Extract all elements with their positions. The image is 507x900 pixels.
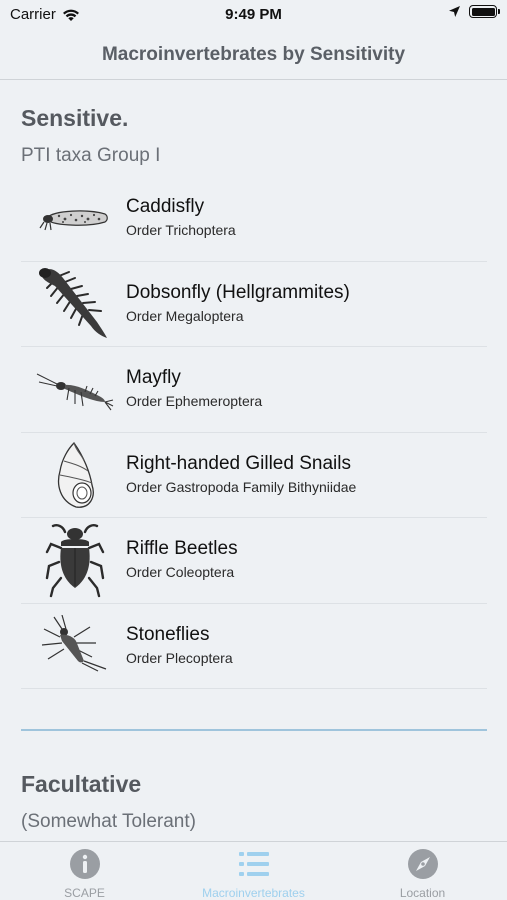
tab-label: Location [399, 886, 446, 900]
item-name: Stoneflies [126, 623, 210, 645]
item-name: Caddisfly [126, 196, 205, 217]
tab-macroinvertebrates[interactable]: Macroinvertebrates [169, 842, 338, 900]
section-subtitle-facultative: (Somewhat Tolerant) [21, 811, 196, 832]
mayfly-icon [35, 351, 115, 427]
navigation-bar: Macroinvertebrates by Sensitivity [0, 30, 507, 80]
list-item-dobsonfly[interactable]: Dobsonfly (Hellgrammites) Order Megalopt… [21, 262, 487, 347]
item-order: Order Coleoptera [126, 564, 235, 580]
dobsonfly-icon [35, 266, 115, 342]
list-item-beetle[interactable]: Riffle Beetles Order Coleoptera [21, 518, 487, 604]
list-icon [238, 852, 269, 876]
tab-scape[interactable]: SCAPE [0, 842, 169, 900]
item-order: Order Plecoptera [126, 649, 233, 666]
item-name: Mayfly [126, 367, 181, 388]
section-title-sensitive: Sensitive. [21, 105, 129, 131]
battery-icon [469, 5, 500, 18]
info-icon [69, 849, 100, 879]
compass-icon [407, 849, 438, 879]
status-bar: Carrier 9:49 PM [0, 0, 507, 30]
item-order: Order Megaloptera [126, 307, 244, 324]
stonefly-icon [35, 608, 115, 684]
list-item-mayfly[interactable]: Mayfly Order Ephemeroptera [21, 347, 487, 433]
status-right [448, 5, 500, 18]
item-order: Order Trichoptera [126, 222, 236, 238]
section-divider [21, 729, 487, 731]
beetle-icon [35, 522, 115, 598]
content-scroll[interactable]: Sensitive. PTI taxa Group I Caddisfly Or… [0, 81, 507, 841]
item-name: Dobsonfly (Hellgrammites) [126, 281, 350, 303]
item-name: Right-handed Gilled Snails [126, 452, 351, 474]
section-subtitle-sensitive: PTI taxa Group I [21, 145, 161, 166]
item-order: Order Gastropoda Family Bithyniidae [126, 478, 357, 495]
location-arrow-icon [449, 6, 460, 17]
tab-bar: SCAPE Macroinvertebrates Location [0, 841, 507, 900]
page-title: Macroinvertebrates by Sensitivity [101, 43, 406, 65]
item-name: Riffle Beetles [126, 538, 238, 559]
caddisfly-icon [35, 180, 115, 256]
taxa-list-sensitive: Caddisfly Order Trichoptera Dobsonfly (H… [21, 176, 487, 689]
tab-label: SCAPE [64, 886, 105, 900]
tab-label: Macroinvertebrates [202, 886, 305, 900]
tab-location[interactable]: Location [338, 842, 507, 900]
list-item-stonefly[interactable]: Stoneflies Order Plecoptera [21, 604, 487, 689]
list-item-caddisfly[interactable]: Caddisfly Order Trichoptera [21, 176, 487, 262]
section-title-facultative: Facultative [21, 771, 142, 797]
item-order: Order Ephemeroptera [126, 393, 263, 409]
snail-icon [35, 437, 115, 513]
status-time: 9:49 PM [225, 6, 282, 23]
list-item-snail[interactable]: Right-handed Gilled Snails Order Gastrop… [21, 433, 487, 518]
